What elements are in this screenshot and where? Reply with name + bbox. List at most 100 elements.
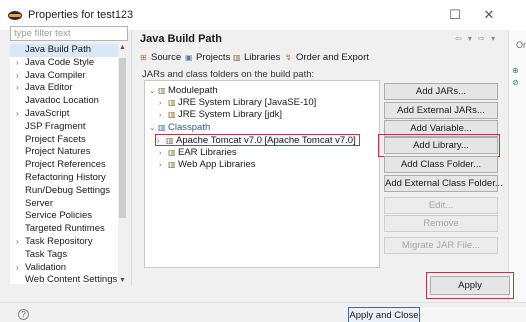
nav-item-label: Java Code Style [25, 56, 95, 68]
apply-and-close-button[interactable]: Apply and Close [348, 307, 420, 322]
tree-node-label: JRE System Library [JavaSE-10] [178, 97, 317, 108]
tree-node-jre-javase10[interactable]: › ▥ JRE System Library [JavaSE-10] [159, 97, 316, 109]
page-nav-arrows[interactable]: ⇦ ▾ ⇨ ▾ [455, 34, 497, 43]
expand-arrow-icon[interactable]: › [16, 82, 19, 95]
expand-arrow-icon[interactable]: › [159, 147, 168, 159]
nav-item-jsp-fragment[interactable]: JSP Fragment [10, 121, 118, 134]
nav-item-service-policies[interactable]: Service Policies [10, 210, 118, 223]
help-icon[interactable]: ? [18, 309, 29, 320]
expand-arrow-icon[interactable]: › [16, 262, 19, 275]
pane-divider[interactable] [131, 30, 132, 286]
tree-node-web-app-libraries[interactable]: › ▥ Web App Libraries [159, 159, 255, 171]
classpath-icon: ▥ [158, 123, 166, 132]
remove-button[interactable]: Remove [384, 215, 498, 232]
nav-item-javascript[interactable]: › JavaScript [10, 108, 118, 121]
tree-node-classpath[interactable]: ⌄ ▥ Classpath [149, 122, 210, 134]
add-external-class-folder-button[interactable]: Add External Class Folder... [384, 175, 503, 192]
expand-arrow-icon[interactable]: › [16, 236, 19, 249]
expand-arrow-icon[interactable]: › [159, 97, 168, 109]
expand-arrow-icon[interactable]: › [157, 135, 166, 147]
expand-arrow-icon[interactable]: › [16, 70, 19, 83]
collapse-arrow-icon[interactable]: ⌄ [149, 122, 158, 134]
tree-node-label: Web App Libraries [178, 159, 256, 170]
scroll-down-icon[interactable]: ▼ [118, 277, 127, 284]
tree-node-apache-tomcat[interactable]: › ▥ Apache Tomcat v7.0 [Apache Tomcat v7.0… [155, 134, 360, 146]
nav-item-project-references[interactable]: Project References [10, 159, 118, 172]
order-export-icon: ↯ [285, 53, 292, 62]
collapse-arrow-icon[interactable]: ⌄ [149, 85, 158, 97]
nav-item-label: Run/Debug Settings [25, 184, 111, 196]
library-icon: ▥ [168, 160, 176, 169]
nav-item-label: JSP Fragment [25, 120, 86, 132]
nav-item-web-content-settings[interactable]: Web Content Settings [10, 274, 118, 284]
add-class-folder-button[interactable]: Add Class Folder... [384, 156, 498, 173]
nav-item-server[interactable]: Server [10, 198, 118, 211]
tab-label: Projects [196, 52, 231, 63]
library-icon: ▥ [158, 86, 166, 95]
background-window-icon: ⊘ [512, 78, 519, 87]
nav-item-label: Javadoc Location [25, 95, 99, 107]
nav-item-java-build-path[interactable]: Java Build Path [10, 44, 118, 57]
apply-button[interactable]: Apply [430, 276, 510, 295]
nav-item-project-natures[interactable]: Project Natures [10, 146, 118, 159]
library-icon: ▥ [166, 136, 174, 145]
nav-tree-scrollbar[interactable]: ▲ ▼ [118, 44, 127, 284]
scroll-up-icon[interactable]: ▲ [118, 44, 127, 51]
nav-item-label: JavaScript [25, 108, 70, 119]
scrollbar-thumb[interactable] [119, 58, 126, 218]
eclipse-logo-icon [8, 11, 22, 20]
filter-input[interactable]: type filter text [10, 26, 128, 41]
libraries-icon: ▥ [233, 53, 241, 62]
nav-item-java-compiler[interactable]: › Java Compiler [10, 70, 118, 83]
add-jars-button[interactable]: Add JARs... [384, 83, 498, 100]
tree-node-label: JRE System Library [jdk] [178, 109, 282, 120]
tab-libraries[interactable]: ▥ Libraries [233, 52, 280, 63]
nav-item-validation[interactable]: › Validation [10, 262, 118, 275]
close-button[interactable]: ✕ [480, 6, 498, 24]
nav-item-label: Server [25, 197, 53, 209]
nav-item-label: Task Repository [25, 236, 93, 247]
expand-arrow-icon[interactable]: › [159, 159, 168, 171]
nav-item-run-debug-settings[interactable]: Run/Debug Settings [10, 185, 118, 198]
nav-item-label: Java Build Path [25, 44, 92, 55]
nav-item-targeted-runtimes[interactable]: Targeted Runtimes [10, 223, 118, 236]
tree-node-ear-libraries[interactable]: › ▥ EAR Libraries [159, 147, 237, 159]
nav-item-label: Java Editor [25, 82, 73, 94]
background-window-text: Or [516, 40, 526, 50]
migrate-jar-button[interactable]: Migrate JAR File... [384, 237, 498, 254]
nav-item-label: Refactoring History [25, 172, 106, 183]
nav-item-project-facets[interactable]: Project Facets [10, 134, 118, 147]
add-library-button[interactable]: Add Library... [384, 137, 498, 154]
cancel-button[interactable] [422, 307, 526, 322]
source-icon: ⊞ [140, 53, 147, 62]
tree-node-modulepath[interactable]: ⌄ ▥ Modulepath [149, 85, 218, 97]
expand-arrow-icon[interactable]: › [16, 57, 19, 70]
tree-node-jre-jdk[interactable]: › ▥ JRE System Library [jdk] [159, 109, 282, 121]
tab-label: Order and Export [296, 52, 369, 63]
nav-item-label: Project References [25, 159, 106, 171]
nav-item-java-editor[interactable]: › Java Editor [10, 82, 118, 95]
nav-item-label: Targeted Runtimes [25, 223, 105, 235]
add-external-jars-button[interactable]: Add External JARs... [384, 102, 498, 119]
nav-item-refactoring-history[interactable]: Refactoring History [10, 172, 118, 185]
nav-item-task-repository[interactable]: › Task Repository [10, 236, 118, 249]
edit-button[interactable]: Edit... [384, 197, 498, 214]
tab-order-and-export[interactable]: ↯ Order and Export [285, 52, 369, 63]
tab-source[interactable]: ⊞ Source [140, 52, 181, 63]
page-title: Java Build Path [140, 33, 222, 45]
expand-arrow-icon[interactable]: › [159, 109, 168, 121]
background-window-icon: ⊕ [512, 66, 519, 75]
tab-projects[interactable]: ▣ Projects [185, 52, 230, 63]
tree-node-label: EAR Libraries [178, 147, 237, 158]
expand-arrow-icon[interactable]: › [16, 108, 19, 121]
maximize-button[interactable]: ☐ [446, 6, 464, 24]
nav-item-javadoc-location[interactable]: Javadoc Location [10, 95, 118, 108]
nav-item-java-code-style[interactable]: › Java Code Style [10, 57, 118, 70]
dialog-footer: ? Apply and Close [0, 302, 526, 322]
tree-node-label: Apache Tomcat v7.0 [Apache Tomcat v7.0] [176, 135, 356, 146]
tab-label: Libraries [244, 52, 281, 63]
nav-item-label: Task Tags [25, 248, 68, 260]
nav-item-label: Service Policies [25, 210, 93, 222]
library-icon: ▥ [168, 148, 176, 157]
nav-item-task-tags[interactable]: Task Tags [10, 249, 118, 262]
